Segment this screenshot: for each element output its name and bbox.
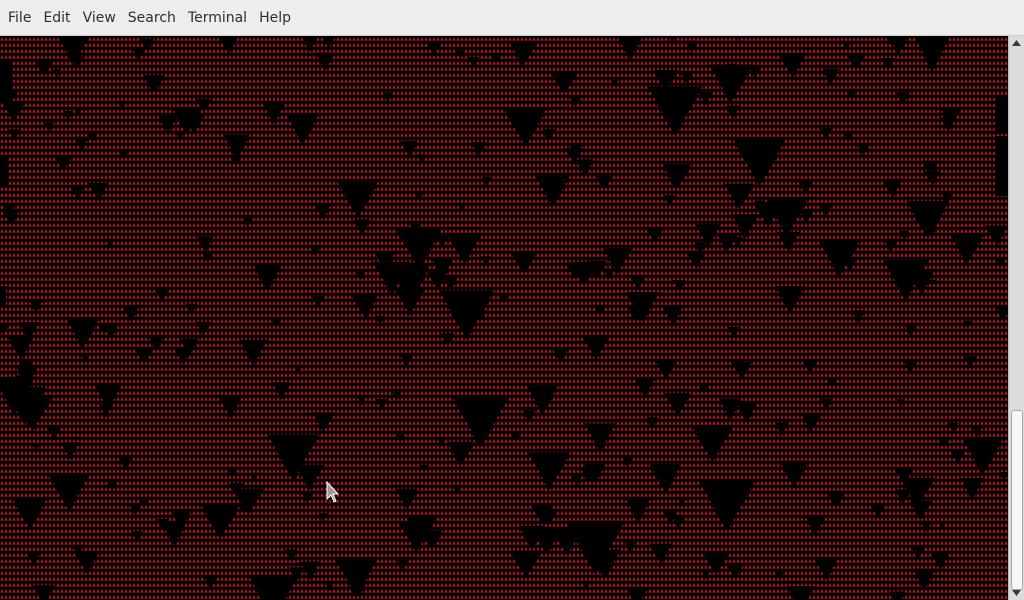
- terminal-output-area[interactable]: [0, 36, 1008, 600]
- menu-search[interactable]: Search: [122, 0, 182, 36]
- menu-bar: File Edit View Search Terminal Help: [0, 0, 1024, 36]
- pattern-edge-gap: [0, 286, 6, 306]
- menu-terminal[interactable]: Terminal: [182, 0, 253, 36]
- scroll-thumb[interactable]: [1011, 410, 1023, 590]
- menu-file[interactable]: File: [2, 0, 37, 36]
- menu-view[interactable]: View: [77, 0, 122, 36]
- pattern-edge-gap: [995, 96, 1008, 132]
- scroll-up-button[interactable]: [1009, 36, 1024, 50]
- menu-help[interactable]: Help: [253, 0, 297, 36]
- terminal-window: File Edit View Search Terminal Help: [0, 0, 1024, 600]
- triangle-down-icon: [1012, 590, 1021, 596]
- pattern-edge-gap: [995, 136, 1008, 196]
- pattern-edge-gap: [0, 156, 8, 186]
- pattern-edge-gap: [0, 61, 12, 101]
- vertical-scrollbar[interactable]: [1008, 36, 1024, 600]
- cellular-automaton-pattern: [0, 36, 1008, 600]
- triangle-up-icon: [1012, 40, 1021, 46]
- menu-edit[interactable]: Edit: [37, 0, 76, 36]
- mouse-pointer-icon: [326, 481, 340, 503]
- scroll-down-button[interactable]: [1009, 586, 1024, 600]
